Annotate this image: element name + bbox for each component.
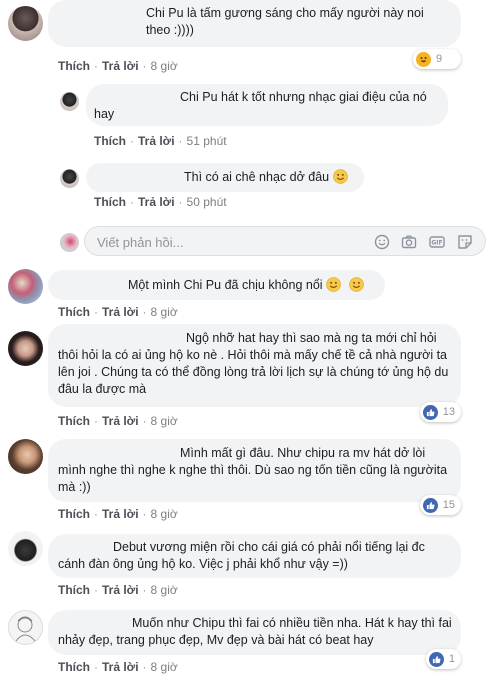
comment-text: Chi Pu là tấm gương sáng cho mấy người n…	[146, 6, 424, 37]
comment-text-row: Thì có ai chê nhạc dở đâu	[184, 169, 348, 186]
like-link[interactable]: Thích	[94, 134, 126, 148]
avatar	[60, 233, 79, 252]
comment-bubble: Chi Pu là tấm gương sáng cho mấy người n…	[48, 0, 461, 47]
avatar[interactable]	[60, 169, 79, 188]
reaction-count: 15	[442, 499, 455, 511]
like-link[interactable]: Thích	[94, 195, 126, 209]
like-link[interactable]: Thích	[58, 305, 90, 319]
comment-text: Debut vương miện rồi cho cái giá có phải…	[58, 540, 425, 571]
timestamp[interactable]: 51 phút	[187, 134, 227, 148]
comment-bubble: Một mình Chi Pu đã chịu không nổi	[48, 270, 385, 300]
comment-actions: Thích · Trả lời · 8 giờ	[58, 414, 178, 428]
sticker-icon[interactable]	[457, 234, 473, 250]
avatar[interactable]	[8, 439, 43, 474]
like-reaction-icon	[423, 497, 438, 513]
like-link[interactable]: Thích	[58, 59, 90, 73]
comment-bubble: Ngộ nhỡ hat hay thì sao mà ng ta mới chỉ…	[48, 324, 461, 407]
reaction-count: 13	[442, 406, 455, 418]
comment-text: Chi Pu hát k tốt nhưng nhạc giai điệu củ…	[94, 90, 427, 121]
reply-link[interactable]: Trả lời	[102, 305, 139, 319]
sketch-avatar-icon	[15, 616, 36, 642]
avatar[interactable]	[8, 610, 43, 645]
reply-link[interactable]: Trả lời	[102, 660, 139, 674]
like-link[interactable]: Thích	[58, 583, 90, 597]
timestamp[interactable]: 8 giờ	[151, 660, 178, 674]
comment-text: Mình mất gì đâu. Như chipu ra mv hát dở …	[58, 446, 448, 494]
svg-text:GIF: GIF	[431, 240, 442, 247]
comment-text: Muốn như Chipu thì fai có nhiều tiền nha…	[58, 616, 452, 647]
emoji-icon[interactable]	[374, 234, 390, 250]
reply-link[interactable]: Trả lời	[102, 583, 139, 597]
reply-link[interactable]: Trả lời	[102, 414, 139, 428]
smile-emoji-icon	[348, 277, 364, 292]
reply-bubble: Chi Pu hát k tốt nhưng nhạc giai điệu củ…	[86, 84, 448, 126]
camera-icon[interactable]	[401, 234, 417, 250]
reply-input[interactable]	[95, 232, 369, 252]
like-link[interactable]: Thích	[58, 660, 90, 674]
reply-bubble: Thì có ai chê nhạc dở đâu	[86, 163, 364, 192]
timestamp[interactable]: 50 phút	[187, 195, 227, 209]
reaction-summary[interactable]: 1	[426, 649, 461, 669]
comment-text: Ngộ nhỡ hat hay thì sao mà ng ta mới chỉ…	[58, 331, 449, 396]
avatar[interactable]	[8, 269, 43, 304]
reaction-summary[interactable]: 15	[420, 495, 461, 515]
avatar[interactable]	[8, 331, 43, 366]
comment-bubble: Debut vương miện rồi cho cái giá có phải…	[48, 534, 461, 578]
haha-reaction-icon	[416, 51, 431, 67]
avatar[interactable]	[60, 92, 79, 111]
comment-text: Một mình Chi Pu đã chịu không nổi	[128, 278, 323, 292]
comment-bubble: Muốn như Chipu thì fai có nhiều tiền nha…	[48, 610, 461, 655]
smile-emoji-icon	[326, 277, 341, 292]
comment-actions: Thích · Trả lời · 8 giờ	[58, 660, 178, 674]
timestamp[interactable]: 8 giờ	[151, 583, 178, 597]
like-link[interactable]: Thích	[58, 414, 90, 428]
gif-icon[interactable]: GIF	[429, 234, 445, 250]
reply-link[interactable]: Trả lời	[102, 59, 139, 73]
reply-composer[interactable]: GIF	[84, 226, 486, 256]
reaction-count: 1	[448, 653, 455, 665]
comment-actions: Thích · Trả lời · 8 giờ	[58, 305, 178, 319]
reaction-count: 9	[436, 53, 443, 65]
comment-actions: Thích · Trả lời · 51 phút	[94, 134, 227, 148]
timestamp[interactable]: 8 giờ	[151, 507, 178, 521]
timestamp[interactable]: 8 giờ	[151, 305, 178, 319]
comment-actions: Thích · Trả lời · 8 giờ	[58, 507, 178, 521]
reaction-summary[interactable]: 9	[413, 49, 461, 69]
like-reaction-icon	[423, 404, 438, 420]
avatar[interactable]	[8, 6, 43, 41]
smile-emoji-icon	[332, 169, 348, 184]
comment-actions: Thích · Trả lời · 8 giờ	[58, 59, 178, 73]
reaction-summary[interactable]: 13	[420, 402, 461, 422]
like-reaction-icon	[429, 651, 444, 667]
reply-link[interactable]: Trả lời	[102, 507, 139, 521]
reply-link[interactable]: Trả lời	[138, 134, 175, 148]
timestamp[interactable]: 8 giờ	[151, 59, 178, 73]
comment-text: Thì có ai chê nhạc dở đâu	[184, 170, 330, 184]
comment-actions: Thích · Trả lời · 8 giờ	[58, 583, 178, 597]
timestamp[interactable]: 8 giờ	[151, 414, 178, 428]
comment-text-row: Một mình Chi Pu đã chịu không nổi	[128, 277, 364, 294]
reply-link[interactable]: Trả lời	[138, 195, 175, 209]
avatar[interactable]	[8, 531, 43, 566]
comment-actions: Thích · Trả lời · 50 phút	[94, 195, 227, 209]
like-link[interactable]: Thích	[58, 507, 90, 521]
comment-bubble: Mình mất gì đâu. Như chipu ra mv hát dở …	[48, 439, 461, 502]
